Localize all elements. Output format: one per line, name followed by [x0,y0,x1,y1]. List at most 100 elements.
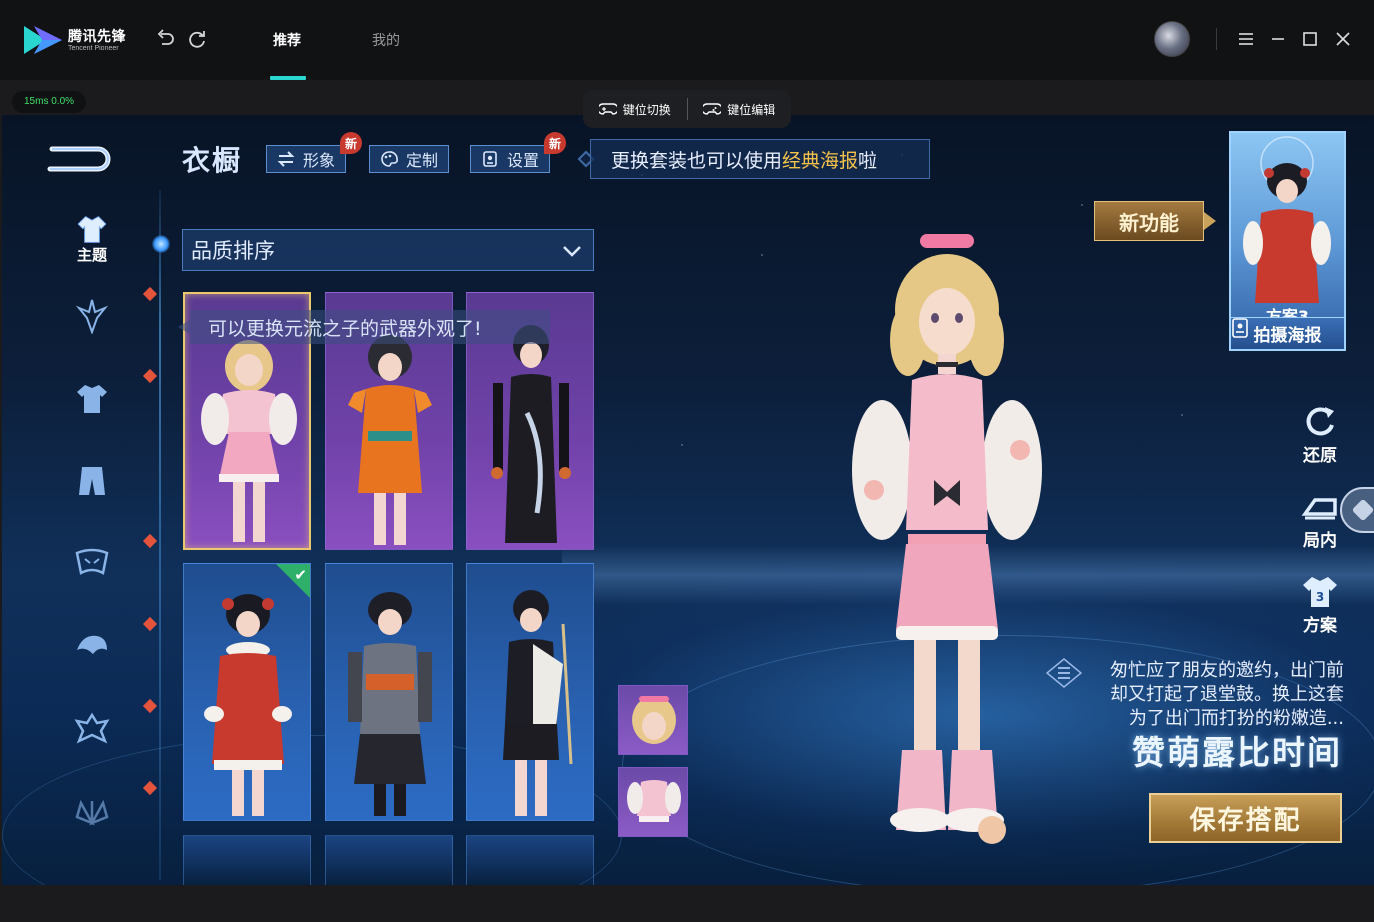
save-outfit-button[interactable]: 保存搭配 [1149,793,1342,843]
new-badge: 新 [340,132,362,154]
nav-item-top[interactable] [66,373,118,425]
close-icon[interactable] [1333,29,1353,49]
nav-item-headwear[interactable] [66,537,118,589]
app-logo: 腾讯先锋 Tencent Pioneer [22,22,132,58]
plan-button-label: 方案 [1303,616,1337,636]
tip-prefix: 更换套装也可以使用 [611,149,783,172]
gamepad-icon [598,103,617,115]
new-feature-arrow [1204,212,1216,230]
restore-icon [1306,407,1334,436]
logo-icon [24,26,62,54]
restore-button[interactable]: 还原 [1292,405,1348,466]
take-poster-label: 拍摄海报 [1253,326,1322,346]
sort-dropdown-value: 品质排序 [191,239,275,263]
swap-icon [277,151,295,167]
list-icon [1046,658,1082,688]
nav-active-indicator [152,235,170,253]
page-title: 衣橱 [182,144,243,177]
new-feature-button[interactable]: 新功能 [1094,201,1204,241]
plan-button[interactable]: 3 方案 [1292,575,1348,636]
plan-card[interactable]: 方案3 拍摄海报 [1229,131,1346,351]
outfit-card-red-festival[interactable]: ✔ [183,563,311,821]
ping-badge: 15ms 0.0% [12,91,87,113]
nav-item-theme[interactable]: 主题 [66,213,118,265]
red-outfit-thumbnail [204,594,292,816]
character-model[interactable] [842,230,1052,880]
svg-text:3: 3 [1316,590,1324,604]
keymap-edit-button[interactable]: 键位编辑 [688,101,792,118]
mask-icon [75,548,109,575]
palette-icon [381,151,398,167]
title-bar: 腾讯先锋 Tencent Pioneer 推荐 我的 [0,0,1374,80]
settings-button[interactable]: 设置 [470,145,551,173]
take-poster-button[interactable]: 拍摄海报 [1231,317,1344,349]
user-avatar[interactable] [1154,21,1190,57]
outfit-card-white-sword[interactable] [466,563,594,821]
minimize-icon[interactable] [1268,29,1288,49]
outfit-name: 赞萌露比时间 [1132,733,1342,772]
gamepad-edit-icon [703,103,722,115]
white-outfit-thumbnail [503,590,573,816]
back-button[interactable] [46,137,116,173]
nav-item-wings[interactable] [66,785,118,837]
outfit-card-partial[interactable] [325,835,453,885]
undo-icon[interactable] [154,28,176,50]
outfit-lore: 匆忙应了朋友的邀约，出门前 却又打起了退堂鼓。换上这套 为了出门而打扮的粉嫩造.… [1082,659,1344,731]
appearance-button-label: 形象 [303,151,336,170]
tab-recommend[interactable]: 推荐 [273,30,301,50]
in-match-label: 局内 [1303,531,1337,551]
in-match-button[interactable]: 局内 [1292,490,1348,551]
keymap-switch-label: 键位切换 [622,102,671,117]
game-viewport[interactable]: 主题 衣橱 形象 新 定制 设置 新 更换套装也可以使用 经典海报 啦 品质排序… [2,115,1374,885]
outfit-thumbnail[interactable] [618,767,688,837]
lore-line: 却又打起了退堂鼓。换上这套 [1110,684,1344,705]
pants-icon [79,467,105,495]
hair-icon [77,635,107,654]
tip-suffix: 啦 [858,149,878,172]
keymap-switch-button[interactable]: 键位切换 [583,101,687,118]
maximize-icon[interactable] [1300,29,1320,49]
titlebar-divider [1216,28,1217,50]
plan-preview [1243,136,1331,303]
outfit-card-mech[interactable] [325,563,453,821]
nav-item-hair[interactable] [66,620,118,672]
settings-icon [483,151,497,167]
crest-icon [74,712,110,744]
refresh-icon[interactable] [186,28,208,50]
tab-mine[interactable]: 我的 [372,30,400,50]
nav-item-bottom[interactable] [66,455,118,507]
nav-rail [159,190,161,880]
outfit-card-partial[interactable] [466,835,594,885]
settings-button-label: 设置 [507,151,540,170]
appearance-button[interactable]: 形象 [266,145,347,173]
weapon-tip-arrow [178,320,190,334]
wings-icon [75,799,109,826]
keymap-toolbar: 键位切换 键位编辑 [583,90,791,128]
weapon-tip: 可以更换元流之子的武器外观了! [190,310,550,344]
keymap-edit-label: 键位编辑 [727,102,776,117]
restore-label: 还原 [1303,446,1337,466]
poster-tip-banner: 更换套装也可以使用 经典海报啦 [590,139,930,179]
back-arrow-icon [47,146,111,172]
nav-item-weapon[interactable] [66,290,118,342]
tip-highlight: 经典海报 [782,149,859,172]
customize-button[interactable]: 定制 [369,145,450,173]
outfit-card-partial[interactable] [183,835,311,885]
new-badge: 新 [544,132,566,154]
in-match-icon [1301,498,1337,520]
checkmark-icon: ✔ [294,566,307,584]
weapon-icon [75,299,109,334]
poster-icon [1232,318,1248,338]
hair-thumbnail[interactable] [618,685,688,755]
outfit-icon [77,216,107,243]
lore-line: 匆忙应了朋友的邀约，出门前 [1110,660,1344,681]
mech-outfit-thumbnail [348,592,432,816]
chevron-down-icon [563,246,581,257]
bottom-bar [0,885,1374,922]
sort-dropdown[interactable]: 品质排序 [182,229,594,271]
menu-icon[interactable] [1236,29,1256,49]
shirt-icon [77,385,107,413]
nav-item-theme-label: 主题 [76,246,107,264]
nav-item-accessory[interactable] [66,703,118,755]
plan-shirt-icon: 3 [1303,577,1337,607]
